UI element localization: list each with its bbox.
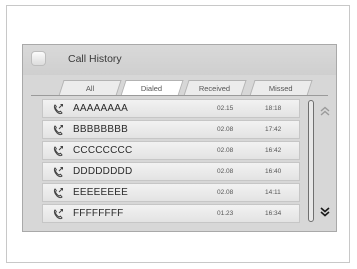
caller-name: FFFFFFFF: [73, 208, 124, 219]
dialed-call-icon: [53, 188, 63, 199]
double-chevron-down-icon[interactable]: [319, 206, 331, 218]
scrollbar[interactable]: [308, 100, 314, 222]
tab-received-label: Received: [199, 84, 231, 93]
call-row[interactable]: DDDDDDDD 02.08 16:40: [42, 162, 300, 181]
caller-name: CCCCCCCC: [73, 145, 133, 156]
call-time: 14:11: [265, 189, 281, 196]
tab-received[interactable]: Received: [183, 80, 247, 96]
dialed-call-icon: [53, 146, 63, 157]
call-row[interactable]: FFFFFFFF 01.23 16:34: [42, 204, 300, 223]
call-row[interactable]: EEEEEEEE 02.08 14:11: [42, 183, 300, 202]
call-time: 16:34: [265, 210, 282, 217]
call-date: 02.08: [217, 168, 234, 175]
call-row[interactable]: BBBBBBBB 02.08 17:42: [42, 120, 300, 139]
call-row[interactable]: AAAAAAAA 02.15 18:18: [42, 99, 300, 118]
page-title: Call History: [68, 53, 122, 65]
caller-name: AAAAAAAA: [73, 103, 128, 114]
call-time: 17:42: [265, 126, 282, 133]
tab-dialed[interactable]: Dialed: [120, 80, 184, 96]
call-date: 02.08: [217, 126, 234, 133]
tab-dialed-label: Dialed: [141, 84, 163, 93]
tab-missed-label: Missed: [268, 84, 293, 93]
caller-name: BBBBBBBB: [73, 124, 128, 135]
call-date: 02.15: [217, 105, 234, 112]
tab-all[interactable]: All: [58, 80, 122, 96]
call-date: 02.08: [217, 147, 234, 154]
call-row[interactable]: CCCCCCCC 02.08 16:42: [42, 141, 300, 160]
caller-name: EEEEEEEE: [73, 187, 128, 198]
call-time: 16:40: [265, 168, 282, 175]
double-chevron-up-icon[interactable]: [319, 105, 331, 117]
header-bar: Call History: [23, 45, 336, 75]
tab-all-label: All: [85, 84, 95, 93]
tab-bar: All Dialed Received Missed: [23, 76, 336, 96]
call-list: AAAAAAAA 02.15 18:18 BBBBBBBB 02.08 17:4…: [42, 99, 300, 225]
caller-name: DDDDDDDD: [73, 166, 133, 177]
call-history-panel: Call History All Dialed Received Missed …: [22, 44, 337, 232]
phone-app-icon[interactable]: [32, 52, 45, 65]
dialed-call-icon: [53, 104, 63, 115]
dialed-call-icon: [53, 125, 63, 136]
tab-divider: [31, 95, 328, 96]
call-time: 18:18: [265, 105, 282, 112]
tab-missed[interactable]: Missed: [249, 80, 313, 96]
dialed-call-icon: [53, 209, 63, 220]
call-date: 02.08: [217, 189, 234, 196]
call-time: 16:42: [265, 147, 282, 154]
dialed-call-icon: [53, 167, 63, 178]
call-date: 01.23: [217, 210, 234, 217]
